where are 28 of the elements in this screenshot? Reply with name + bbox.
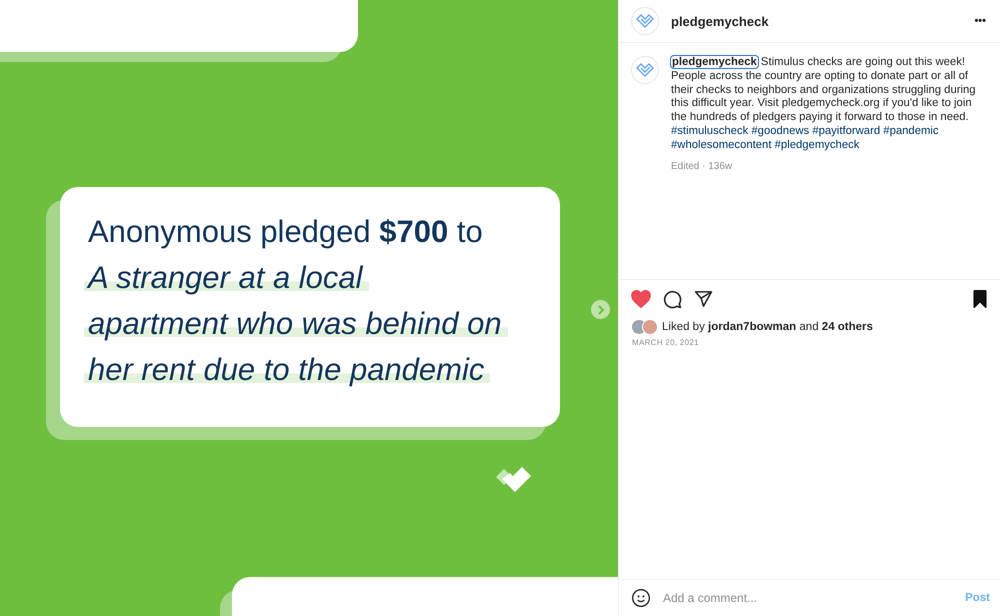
- heart-icon: [631, 290, 651, 308]
- hashtag-link[interactable]: #pledgemycheck: [774, 138, 860, 151]
- hashtag-link[interactable]: #wholesomecontent: [671, 138, 772, 151]
- likes-text[interactable]: Liked by jordan7bowman and 24 others: [662, 320, 873, 332]
- hashtag-link[interactable]: #pandemic: [883, 124, 939, 137]
- comment-icon: [663, 290, 682, 308]
- post-caption: pledgemycheck Stimulus checks are going out this week! People across the country are opting to donate part or all of their checks to neighbors and organizations struggling during this difficult year. Visit pledgemycheck.org if you'd like to join the hundreds of pledgers paying it forward to those in need. #stimuluscheck #goodnews #payitforward #pandemic #wholesomecontent #pledgemycheck: [671, 56, 977, 153]
- chevron-right-icon: [596, 304, 604, 314]
- heart-logo-icon: [635, 13, 655, 29]
- save-button[interactable]: [972, 290, 988, 308]
- heart-logo-icon: [635, 62, 655, 78]
- post-meta: Edited · 136w: [671, 160, 734, 172]
- paper-plane-icon: [694, 290, 713, 308]
- share-button[interactable]: [694, 290, 713, 308]
- username-link[interactable]: pledgemycheck: [671, 56, 758, 68]
- more-options-button[interactable]: •••: [974, 15, 986, 27]
- pledge-text: Anonymous pledged $700 to: [88, 213, 484, 251]
- hashtag-link[interactable]: #stimuluscheck: [671, 124, 748, 137]
- hashtag-link[interactable]: #goodnews: [751, 124, 810, 137]
- emoji-icon[interactable]: [631, 588, 651, 608]
- comment-button[interactable]: [663, 290, 682, 308]
- hashtag-link[interactable]: #payitforward: [812, 124, 880, 137]
- bookmark-icon: [972, 290, 988, 308]
- post-date: MARCH 20, 2021: [631, 336, 700, 348]
- liker-avatars: [631, 318, 658, 334]
- username[interactable]: pledgemycheck: [671, 14, 962, 28]
- heart-check-logo-icon: [496, 465, 532, 495]
- like-button[interactable]: [631, 290, 651, 308]
